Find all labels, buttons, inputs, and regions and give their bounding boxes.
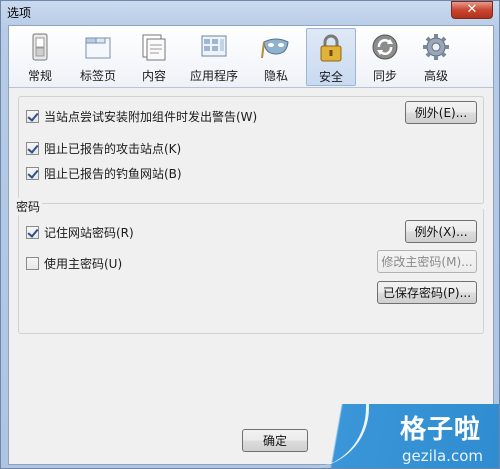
watermark: 格子啦 gezila.com — [309, 404, 499, 468]
warn-addons-option[interactable]: 当站点尝试安装附加组件时发出警告(W) — [26, 108, 257, 125]
block-forgery-option[interactable]: 阻止已报告的钓鱼网站(B) — [26, 165, 182, 182]
change-master-password-button[interactable]: 修改主密码(M)... — [377, 250, 477, 273]
tab-applications[interactable]: 应用程序 — [183, 28, 245, 86]
remember-passwords-label: 记住网站密码(R) — [44, 226, 134, 240]
dialog-client: 常规 标签页 内容 应用程序 隐私 安全 同步 高级 当站点尝试安装附加组件时发… — [8, 25, 494, 465]
close-icon: ✕ — [466, 2, 478, 17]
tab-label: 高级 — [423, 69, 448, 83]
tab-security[interactable]: 安全 — [306, 28, 356, 86]
block-attack-label: 阻止已报告的攻击站点(K) — [44, 142, 182, 156]
tab-privacy[interactable]: 隐私 — [254, 28, 298, 86]
switch-icon — [32, 33, 48, 61]
watermark-cn: 格子啦 — [399, 415, 481, 445]
master-password-label: 使用主密码(U) — [44, 257, 123, 271]
close-button[interactable]: ✕ — [451, 1, 493, 19]
page-icon — [142, 34, 166, 61]
tab-label: 内容 — [141, 69, 166, 83]
lock-icon — [320, 34, 342, 62]
mask-icon — [261, 38, 289, 59]
tabs-icon — [85, 37, 111, 59]
tab-sync[interactable]: 同步 — [363, 28, 407, 86]
tab-advanced[interactable]: 高级 — [414, 28, 458, 86]
sync-icon — [372, 34, 398, 60]
block-forgery-checkbox[interactable] — [26, 167, 39, 180]
passwords-group-title: 密码 — [14, 198, 43, 215]
tab-tabs[interactable]: 标签页 — [72, 28, 124, 86]
watermark-en: gezila.com — [402, 447, 483, 465]
title-bar: 选项 ✕ — [1, 1, 499, 23]
tab-label: 应用程序 — [189, 69, 238, 83]
tab-label: 隐私 — [263, 69, 288, 83]
options-window: 选项 ✕ 常规 标签页 内容 应用程序 隐私 安全 同步 高级 当站点尝试安装附… — [0, 0, 500, 469]
warn-addons-checkbox[interactable] — [26, 110, 39, 123]
watermark-curve — [289, 404, 369, 468]
master-password-checkbox[interactable] — [26, 257, 39, 270]
window-title: 选项 — [7, 6, 32, 20]
tab-label: 同步 — [372, 69, 397, 83]
remember-passwords-option[interactable]: 记住网站密码(R) — [26, 224, 134, 241]
block-attack-option[interactable]: 阻止已报告的攻击站点(K) — [26, 140, 181, 157]
tab-label: 标签页 — [79, 69, 116, 83]
tab-general[interactable]: 常规 — [18, 28, 62, 86]
tab-label: 常规 — [27, 69, 52, 83]
tab-content[interactable]: 内容 — [132, 28, 176, 86]
remember-passwords-checkbox[interactable] — [26, 226, 39, 239]
warn-addons-label: 当站点尝试安装附加组件时发出警告(W) — [44, 110, 258, 124]
password-exceptions-button[interactable]: 例外(X)... — [405, 220, 477, 243]
pane-toolbar: 常规 标签页 内容 应用程序 隐私 安全 同步 高级 — [9, 26, 493, 88]
tab-label: 安全 — [318, 70, 343, 84]
addon-exceptions-button[interactable]: 例外(E)... — [405, 101, 477, 124]
block-attack-checkbox[interactable] — [26, 142, 39, 155]
saved-passwords-button[interactable]: 已保存密码(P)... — [377, 281, 477, 304]
master-password-option[interactable]: 使用主密码(U) — [26, 255, 122, 272]
block-forgery-label: 阻止已报告的钓鱼网站(B) — [44, 167, 182, 181]
applications-icon — [201, 35, 227, 57]
gear-icon — [423, 34, 449, 60]
